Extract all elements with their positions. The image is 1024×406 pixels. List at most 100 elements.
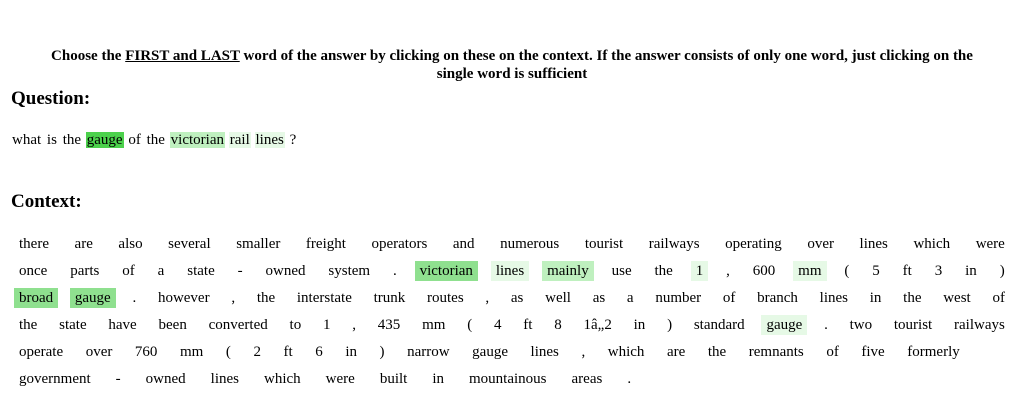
context-word[interactable]: gauge	[761, 315, 808, 335]
context-word[interactable]: built	[375, 369, 413, 389]
context-word[interactable]: gauge	[69, 288, 116, 308]
context-word[interactable]: of	[821, 342, 844, 362]
context-word[interactable]: five	[856, 342, 889, 362]
context-word[interactable]: 4	[489, 315, 507, 335]
context-word[interactable]: areas	[567, 369, 608, 389]
context-word[interactable]: )	[375, 342, 390, 362]
context-word[interactable]: 1	[318, 315, 336, 335]
context-word[interactable]: parts	[65, 261, 104, 281]
context-word[interactable]: the	[898, 288, 926, 308]
context-word[interactable]: state	[182, 261, 220, 281]
context-word[interactable]: )	[995, 261, 1010, 281]
context-word[interactable]: .	[388, 261, 402, 281]
context-word[interactable]: ,	[226, 288, 240, 308]
context-word[interactable]: tourist	[889, 315, 937, 335]
context-word[interactable]: mainly	[542, 261, 594, 281]
context-word[interactable]: freight	[301, 234, 351, 254]
context-word[interactable]: well	[540, 288, 576, 308]
context-word[interactable]: owned	[261, 261, 311, 281]
context-word[interactable]: (	[462, 315, 477, 335]
context-word[interactable]: victorian	[414, 261, 478, 281]
context-word[interactable]: are	[70, 234, 98, 254]
context-word[interactable]: 600	[748, 261, 781, 281]
context-word[interactable]: 1â„2	[579, 315, 617, 335]
context-word[interactable]: to	[285, 315, 307, 335]
context-word[interactable]: mm	[175, 342, 208, 362]
context-word[interactable]: lines	[855, 234, 893, 254]
context-word[interactable]: operators	[366, 234, 432, 254]
context-word[interactable]: 6	[310, 342, 328, 362]
context-word[interactable]: number	[650, 288, 706, 308]
context-word[interactable]: lines	[490, 261, 530, 281]
context-word[interactable]: railways	[644, 234, 705, 254]
context-word[interactable]: 435	[373, 315, 406, 335]
context-word[interactable]: two	[845, 315, 878, 335]
context-word[interactable]: in	[427, 369, 449, 389]
context-word[interactable]: use	[607, 261, 637, 281]
context-word[interactable]: ,	[480, 288, 494, 308]
context-word[interactable]: converted	[204, 315, 273, 335]
context-word[interactable]: routes	[422, 288, 469, 308]
context-word[interactable]: state	[54, 315, 92, 335]
context-word[interactable]: gauge	[467, 342, 513, 362]
context-word[interactable]: -	[233, 261, 248, 281]
context-word[interactable]: (	[839, 261, 854, 281]
context-word[interactable]: of	[987, 288, 1010, 308]
context-word[interactable]: ,	[576, 342, 590, 362]
context-word[interactable]: .	[622, 369, 636, 389]
context-word[interactable]: tourist	[580, 234, 628, 254]
context-word[interactable]: ,	[347, 315, 361, 335]
context-word[interactable]: interstate	[292, 288, 357, 308]
context-word[interactable]: standard	[689, 315, 750, 335]
context-word[interactable]: are	[662, 342, 690, 362]
context-word[interactable]: 760	[130, 342, 163, 362]
context-word[interactable]: which	[603, 342, 650, 362]
context-word[interactable]: of	[117, 261, 140, 281]
context-word[interactable]: system	[323, 261, 375, 281]
context-word[interactable]: government	[14, 369, 96, 389]
context-word[interactable]: in	[960, 261, 982, 281]
context-word[interactable]: over	[802, 234, 839, 254]
context-word[interactable]: several	[163, 234, 215, 254]
context-word[interactable]: 3	[930, 261, 948, 281]
context-word[interactable]: which	[908, 234, 955, 254]
context-word[interactable]: trunk	[369, 288, 411, 308]
context-word[interactable]: broad	[14, 288, 59, 308]
context-word[interactable]: smaller	[231, 234, 285, 254]
context-word[interactable]: a	[153, 261, 170, 281]
context-word[interactable]: of	[718, 288, 741, 308]
context-word[interactable]: ft	[898, 261, 917, 281]
context-word[interactable]: lines	[526, 342, 564, 362]
context-word[interactable]: the	[14, 315, 42, 335]
context-word[interactable]: (	[221, 342, 236, 362]
context-word[interactable]: 2	[248, 342, 266, 362]
context-word[interactable]: which	[259, 369, 306, 389]
context-word[interactable]: formerly	[902, 342, 964, 362]
context-word[interactable]: mountainous	[464, 369, 552, 389]
context-word[interactable]: there	[14, 234, 54, 254]
context-word[interactable]: as	[588, 288, 611, 308]
context-word[interactable]: remnants	[744, 342, 809, 362]
context-word[interactable]: the	[252, 288, 280, 308]
context-word[interactable]: 5	[867, 261, 885, 281]
context-word[interactable]: in	[629, 315, 651, 335]
context-word[interactable]: were	[971, 234, 1010, 254]
context-word[interactable]: mm	[793, 261, 827, 281]
context-word[interactable]: )	[662, 315, 677, 335]
context-word[interactable]: lines	[206, 369, 244, 389]
context-word[interactable]: and	[448, 234, 480, 254]
context-word[interactable]: operate	[14, 342, 68, 362]
context-word[interactable]: narrow	[402, 342, 454, 362]
context-word[interactable]: mm	[417, 315, 450, 335]
context-word[interactable]: ft	[279, 342, 298, 362]
context-word[interactable]: also	[113, 234, 147, 254]
context-word[interactable]: .	[819, 315, 833, 335]
context-word[interactable]: branch	[752, 288, 803, 308]
context-word[interactable]: in	[340, 342, 362, 362]
context-word[interactable]: numerous	[495, 234, 564, 254]
context-word[interactable]: -	[111, 369, 126, 389]
context-word[interactable]: as	[506, 288, 529, 308]
context-word[interactable]: 1	[690, 261, 709, 281]
context-word[interactable]: west	[938, 288, 976, 308]
context-word[interactable]: owned	[141, 369, 191, 389]
